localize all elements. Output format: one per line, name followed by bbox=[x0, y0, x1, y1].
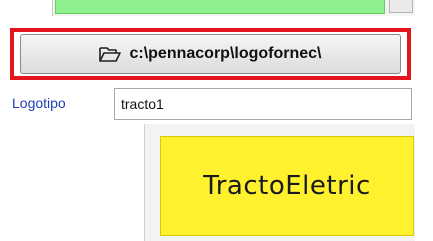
folder-path-button[interactable]: c:\pennacorp\logofornec\ bbox=[20, 34, 401, 74]
folder-open-icon bbox=[99, 45, 122, 63]
scrollbar[interactable] bbox=[389, 0, 413, 13]
form-panel: c:\pennacorp\logofornec\ Logotipo Tracto… bbox=[0, 0, 433, 241]
status-field bbox=[55, 0, 385, 14]
logo-image: TractoEletric bbox=[160, 136, 414, 236]
logotipo-label: Logotipo bbox=[12, 95, 66, 111]
logotipo-input[interactable] bbox=[114, 88, 412, 120]
folder-path-label: c:\pennacorp\logofornec\ bbox=[129, 45, 322, 62]
logo-text: TractoEletric bbox=[203, 171, 371, 201]
top-panel bbox=[52, 0, 415, 16]
